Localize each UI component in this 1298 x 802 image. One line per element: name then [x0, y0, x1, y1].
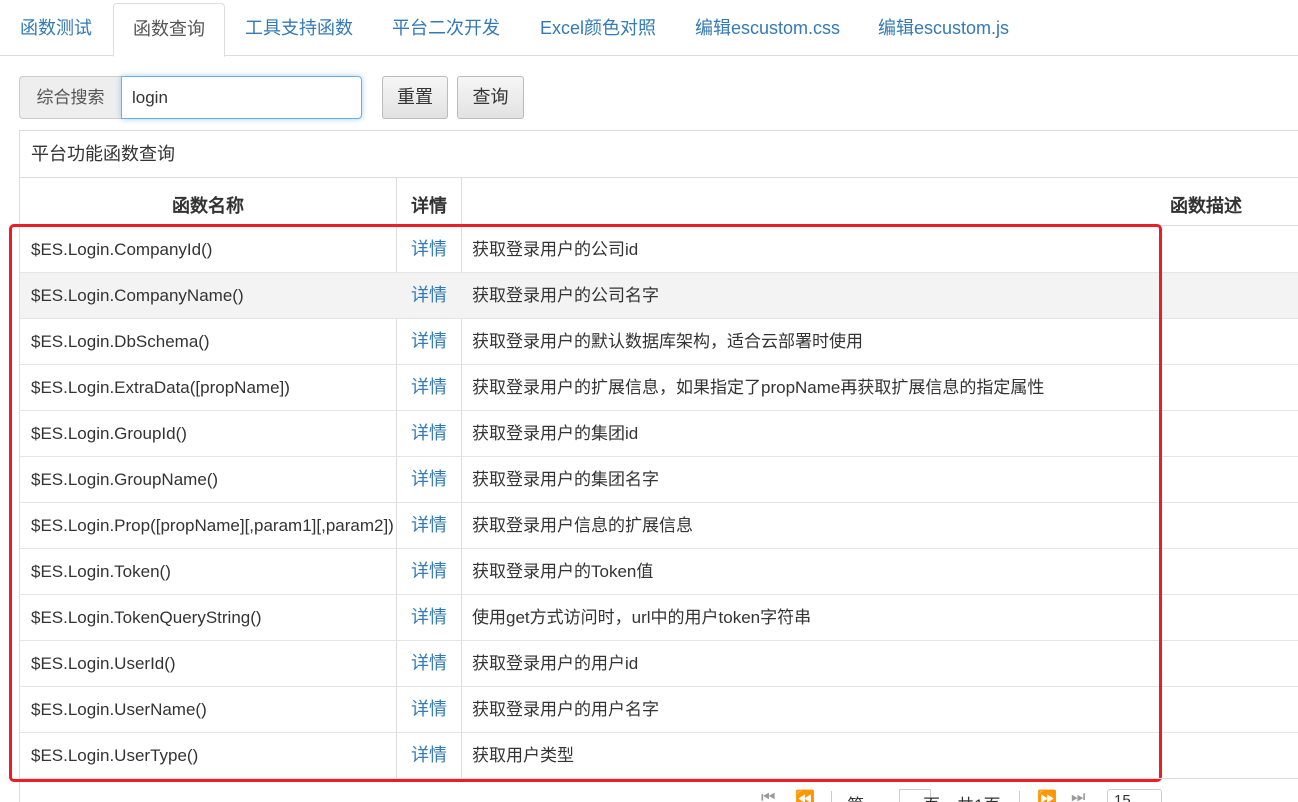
pagination-bar: ⏮ ⏪ 第 页 共1页 ⏩ ⏭ 15: [19, 778, 1298, 802]
table-header: 函数名称 详情 函数描述: [20, 178, 1298, 226]
detail-link[interactable]: 详情: [396, 641, 462, 687]
detail-link[interactable]: 详情: [396, 503, 462, 549]
page-prefix: 第: [847, 791, 864, 802]
reset-button[interactable]: 重置: [382, 76, 448, 119]
function-name: $ES.Login.Token(): [31, 562, 171, 581]
search-addon-label: 综合搜索: [19, 76, 121, 119]
table-row: $ES.Login.UserName() 详情 获取登录用户的用户名字: [20, 687, 1298, 733]
page-suffix: 页: [923, 791, 940, 802]
next-page-icon[interactable]: ⏩: [1037, 789, 1057, 802]
divider: [1019, 791, 1020, 802]
function-desc: 获取登录用户的Token值: [472, 562, 654, 581]
tab-tool-functions[interactable]: 工具支持函数: [245, 3, 353, 56]
detail-link[interactable]: 详情: [396, 457, 462, 503]
function-name: $ES.Login.UserId(): [31, 654, 176, 673]
detail-link[interactable]: 详情: [396, 687, 462, 733]
tab-edit-css[interactable]: 编辑escustom.css: [695, 3, 840, 56]
divider: [831, 791, 832, 802]
detail-link[interactable]: 详情: [396, 549, 462, 595]
function-desc: 获取登录用户的默认数据库架构，适合云部署时使用: [472, 332, 863, 351]
page-size-select[interactable]: 15: [1107, 789, 1162, 802]
function-name: $ES.Login.CompanyId(): [31, 240, 213, 259]
function-name: $ES.Login.TokenQueryString(): [31, 608, 262, 627]
function-name: $ES.Login.CompanyName(): [31, 286, 244, 305]
table-row: $ES.Login.ExtraData([propName]) 详情 获取登录用…: [20, 365, 1298, 411]
function-desc: 获取登录用户的用户名字: [472, 700, 659, 719]
function-panel: 平台功能函数查询 函数名称 详情 函数描述 $ES.Login.CompanyI…: [19, 130, 1298, 802]
query-button[interactable]: 查询: [457, 76, 524, 119]
tab-platform-dev[interactable]: 平台二次开发: [392, 3, 500, 56]
function-desc: 使用get方式访问时，url中的用户token字符串: [472, 608, 812, 627]
table-row: $ES.Login.Token() 详情 获取登录用户的Token值: [20, 549, 1298, 595]
detail-link[interactable]: 详情: [396, 273, 462, 319]
function-name: $ES.Login.GroupName(): [31, 470, 219, 489]
function-name: $ES.Login.ExtraData([propName]): [31, 378, 290, 397]
table-row: $ES.Login.TokenQueryString() 详情 使用get方式访…: [20, 595, 1298, 641]
detail-link[interactable]: 详情: [396, 227, 462, 273]
function-name: $ES.Login.Prop([propName][,param1][,para…: [31, 516, 394, 535]
function-desc: 获取用户类型: [472, 746, 574, 765]
table-row: $ES.Login.UserId() 详情 获取登录用户的用户id: [20, 641, 1298, 687]
tab-excel-colors[interactable]: Excel颜色对照: [540, 3, 656, 56]
function-desc: 获取登录用户的公司名字: [472, 286, 659, 305]
function-name: $ES.Login.UserType(): [31, 746, 199, 765]
detail-link[interactable]: 详情: [396, 595, 462, 641]
column-header-detail: 详情: [411, 196, 447, 216]
detail-link[interactable]: 详情: [396, 319, 462, 365]
table-row: $ES.Login.GroupName() 详情 获取登录用户的集团名字: [20, 457, 1298, 503]
function-desc: 获取登录用户的公司id: [472, 240, 639, 259]
function-name: $ES.Login.DbSchema(): [31, 332, 210, 351]
tab-edit-js[interactable]: 编辑escustom.js: [878, 3, 1009, 56]
table-row: $ES.Login.Prop([propName][,param1][,para…: [20, 503, 1298, 549]
last-page-icon[interactable]: ⏭: [1071, 789, 1085, 802]
detail-link[interactable]: 详情: [396, 365, 462, 411]
function-desc: 获取登录用户的用户id: [472, 654, 639, 673]
detail-link[interactable]: 详情: [396, 733, 462, 779]
column-header-desc: 函数描述: [1170, 196, 1242, 216]
tab-function-query[interactable]: 函数查询: [113, 3, 225, 57]
tab-bar: 函数测试 函数查询 工具支持函数 平台二次开发 Excel颜色对照 编辑escu…: [0, 0, 1298, 57]
table-row: $ES.Login.GroupId() 详情 获取登录用户的集团id: [20, 411, 1298, 457]
table-row: $ES.Login.CompanyName() 详情 获取登录用户的公司名字: [20, 273, 1298, 319]
function-desc: 获取登录用户的集团id: [472, 424, 639, 443]
prev-page-icon[interactable]: ⏪: [795, 789, 815, 802]
panel-title: 平台功能函数查询: [31, 144, 175, 164]
function-name: $ES.Login.GroupId(): [31, 424, 187, 443]
table-row: $ES.Login.CompanyId() 详情 获取登录用户的公司id: [20, 227, 1298, 273]
function-desc: 获取登录用户信息的扩展信息: [472, 516, 693, 535]
column-header-name: 函数名称: [172, 196, 244, 216]
table-row: $ES.Login.UserType() 详情 获取用户类型: [20, 733, 1298, 779]
first-page-icon[interactable]: ⏮: [761, 789, 775, 802]
table-row: $ES.Login.DbSchema() 详情 获取登录用户的默认数据库架构，适…: [20, 319, 1298, 365]
function-desc: 获取登录用户的集团名字: [472, 470, 659, 489]
function-desc: 获取登录用户的扩展信息，如果指定了propName再获取扩展信息的指定属性: [472, 378, 1045, 397]
page-total: 共1页: [957, 791, 1000, 802]
tab-function-test[interactable]: 函数测试: [20, 3, 92, 56]
search-input[interactable]: [121, 76, 362, 119]
function-name: $ES.Login.UserName(): [31, 700, 207, 719]
detail-link[interactable]: 详情: [396, 411, 462, 457]
